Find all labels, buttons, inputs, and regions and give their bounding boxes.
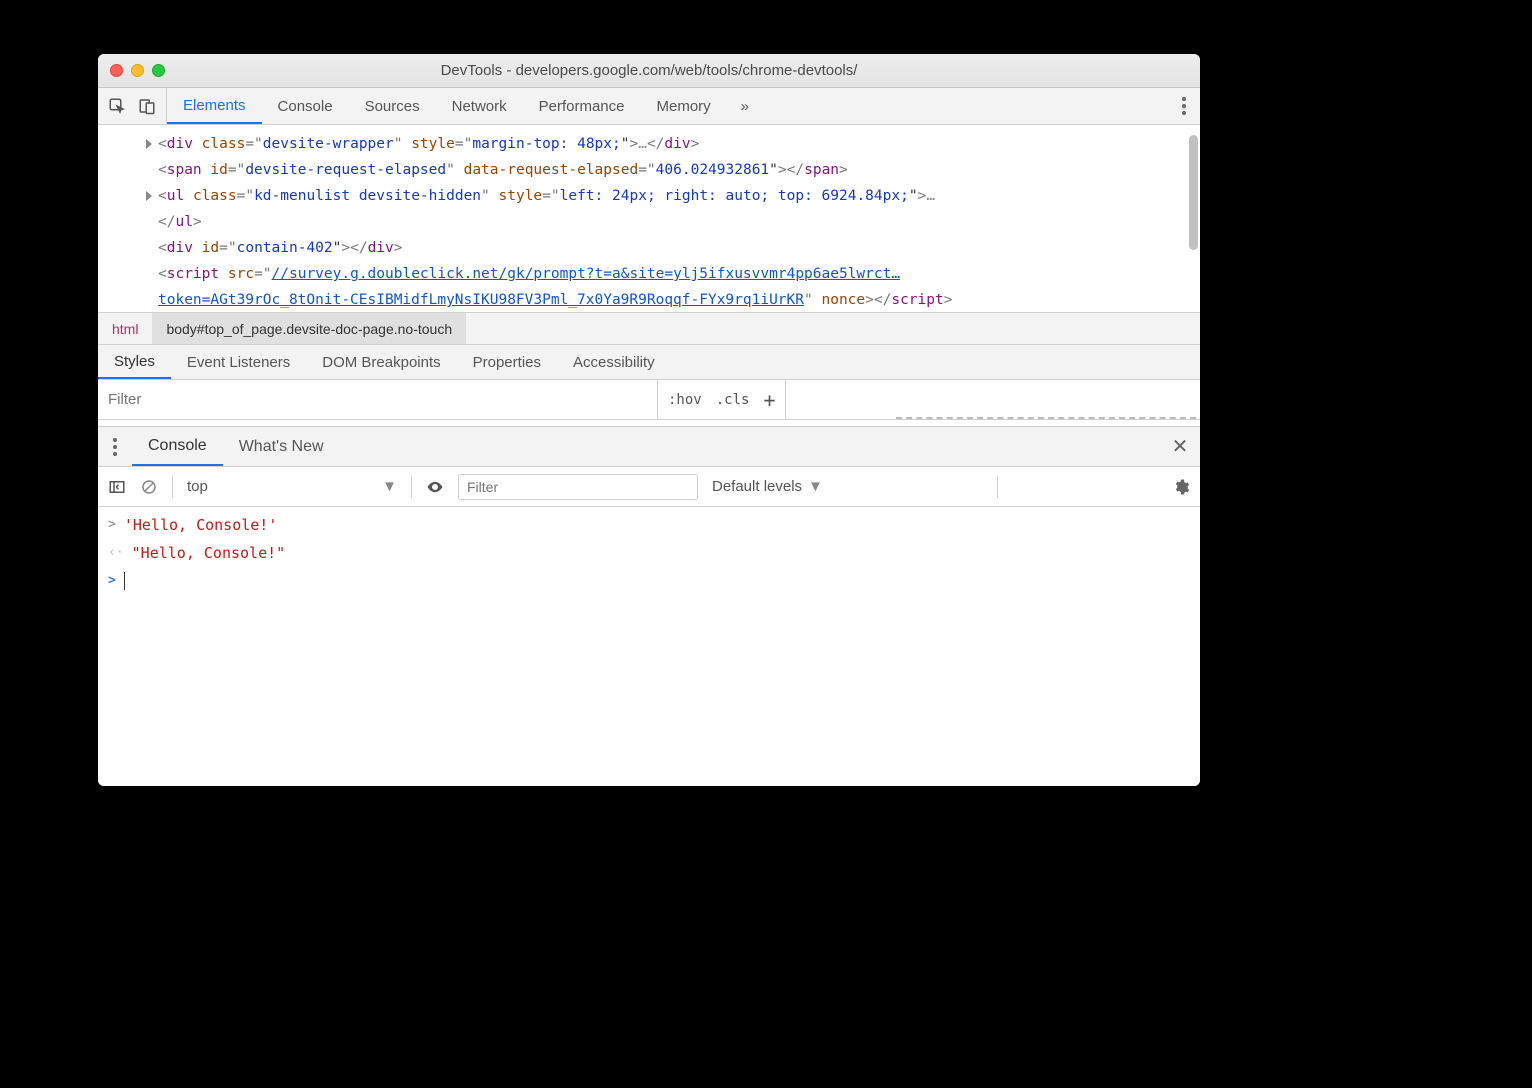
prompt-arrow-icon: > — [108, 569, 116, 593]
window-controls — [110, 64, 165, 77]
dom-node[interactable]: <div class="devsite-wrapper" style="marg… — [98, 131, 1200, 157]
context-selector[interactable]: top ▼ — [187, 478, 397, 495]
toolbar-separator — [411, 476, 412, 498]
inherited-divider — [896, 417, 1196, 419]
console-settings-icon[interactable] — [1172, 478, 1190, 496]
scrollbar-thumb[interactable] — [1189, 135, 1198, 250]
subtab-dom-breakpoints[interactable]: DOM Breakpoints — [306, 345, 456, 379]
close-window-button[interactable] — [110, 64, 123, 77]
elements-subtabs: StylesEvent ListenersDOM BreakpointsProp… — [98, 344, 1200, 380]
dom-node[interactable]: <div id="contain-402"></div> — [98, 235, 1200, 261]
log-levels-label: Default levels — [712, 478, 802, 495]
tab-network[interactable]: Network — [436, 88, 523, 124]
kebab-icon — [113, 438, 117, 456]
minimize-window-button[interactable] — [131, 64, 144, 77]
tab-performance[interactable]: Performance — [523, 88, 641, 124]
tab-memory[interactable]: Memory — [641, 88, 727, 124]
expand-triangle-icon[interactable] — [146, 191, 152, 201]
titlebar: DevTools - developers.google.com/web/too… — [98, 54, 1200, 88]
text-caret — [124, 572, 125, 590]
console-toolbar: top ▼ Default levels ▼ — [98, 467, 1200, 507]
console-sidebar-toggle-icon[interactable] — [108, 478, 126, 496]
drawer-tab-what-s-new[interactable]: What's New — [223, 427, 340, 466]
console-text: "Hello, Console!" — [132, 541, 286, 565]
drawer-tabs: ConsoleWhat's New — [132, 427, 340, 466]
tab-elements[interactable]: Elements — [167, 88, 262, 124]
zoom-window-button[interactable] — [152, 64, 165, 77]
dom-node[interactable]: </ul> — [98, 209, 1200, 235]
kebab-icon — [1182, 97, 1186, 115]
device-toolbar-icon[interactable] — [138, 97, 156, 115]
tab-console[interactable]: Console — [262, 88, 349, 124]
console-filter-input[interactable] — [458, 474, 698, 500]
log-levels-selector[interactable]: Default levels ▼ — [712, 478, 823, 495]
dom-node[interactable]: token=AGt39rOc_8tOnit-CEsIBMidfLmyNsIKU9… — [98, 287, 1200, 312]
subtab-event-listeners[interactable]: Event Listeners — [171, 345, 306, 379]
subtab-accessibility[interactable]: Accessibility — [557, 345, 671, 379]
console-body[interactable]: > 'Hello, Console!'‹· "Hello, Console!" > — [98, 507, 1200, 786]
main-tabstrip: ElementsConsoleSourcesNetworkPerformance… — [98, 88, 1200, 125]
hov-toggle[interactable]: :hov — [668, 392, 702, 408]
console-arrow-icon: ‹· — [108, 541, 124, 565]
more-tabs-button[interactable]: » — [727, 88, 763, 124]
drawer-tabstrip: ConsoleWhat's New ✕ — [98, 427, 1200, 467]
drawer: ConsoleWhat's New ✕ top ▼ Default levels — [98, 426, 1200, 786]
live-expression-icon[interactable] — [426, 478, 444, 496]
styles-toolbar: :hov .cls + — [98, 380, 1200, 420]
toolbar-separator — [997, 476, 998, 498]
inspect-element-icon[interactable] — [108, 97, 126, 115]
cls-toggle[interactable]: .cls — [716, 392, 750, 408]
toolbar-separator — [172, 476, 173, 498]
main-tabs: ElementsConsoleSourcesNetworkPerformance… — [167, 88, 727, 124]
styles-chips: :hov .cls + — [658, 380, 786, 419]
main-menu-button[interactable] — [1168, 88, 1200, 124]
context-label: top — [187, 478, 208, 495]
subtab-styles[interactable]: Styles — [98, 345, 171, 379]
drawer-close-button[interactable]: ✕ — [1160, 427, 1200, 466]
chevron-down-icon: ▼ — [382, 478, 397, 495]
console-text: 'Hello, Console!' — [124, 513, 278, 537]
dom-node[interactable]: <ul class="kd-menulist devsite-hidden" s… — [98, 183, 1200, 209]
new-style-rule-button[interactable]: + — [763, 390, 775, 410]
breadcrumb-item[interactable]: html — [98, 313, 152, 344]
console-prompt[interactable]: > — [98, 567, 1200, 595]
breadcrumb-item[interactable]: body#top_of_page.devsite-doc-page.no-tou… — [152, 313, 466, 344]
dom-node[interactable]: <span id="devsite-request-elapsed" data-… — [98, 157, 1200, 183]
dom-breadcrumb: htmlbody#top_of_page.devsite-doc-page.no… — [98, 312, 1200, 344]
console-arrow-icon: > — [108, 513, 116, 537]
dom-node[interactable]: <script src="//survey.g.doubleclick.net/… — [98, 261, 1200, 287]
devtools-window: DevTools - developers.google.com/web/too… — [98, 54, 1200, 786]
chevron-down-icon: ▼ — [808, 478, 823, 495]
subtab-properties[interactable]: Properties — [457, 345, 557, 379]
styles-body-preview — [786, 380, 1200, 419]
drawer-tab-console[interactable]: Console — [132, 427, 223, 466]
expand-triangle-icon[interactable] — [146, 139, 152, 149]
console-line: ‹· "Hello, Console!" — [98, 539, 1200, 567]
console-line: > 'Hello, Console!' — [98, 511, 1200, 539]
window-title: DevTools - developers.google.com/web/too… — [98, 62, 1200, 79]
drawer-menu-button[interactable] — [98, 427, 132, 466]
dom-tree[interactable]: <div class="devsite-wrapper" style="marg… — [98, 125, 1200, 312]
styles-filter-input[interactable] — [98, 380, 658, 419]
clear-console-icon[interactable] — [140, 478, 158, 496]
inspect-tools — [98, 88, 167, 124]
tab-sources[interactable]: Sources — [349, 88, 436, 124]
